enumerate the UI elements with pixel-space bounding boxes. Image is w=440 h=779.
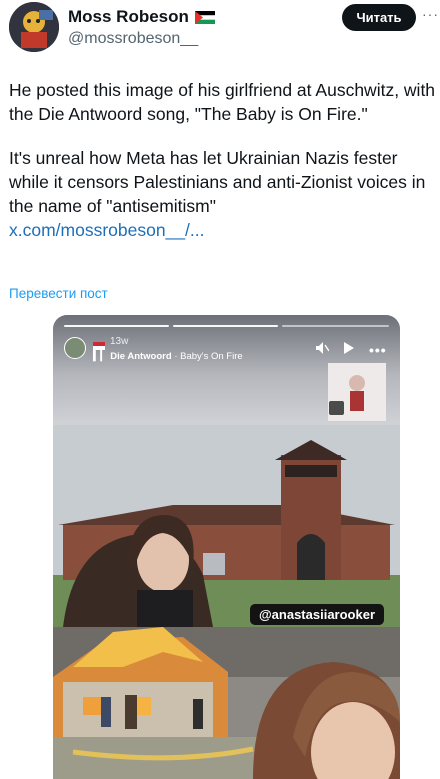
story-progress-segment xyxy=(282,325,389,327)
author-name[interactable]: Moss Robeson xyxy=(68,7,189,27)
flag-icon xyxy=(194,10,215,24)
story-time: 13w xyxy=(110,336,129,347)
story-header: 13w ▍▎ Die Antwoord · Baby's On Fire ••• xyxy=(53,315,400,425)
story-song: ▍▎ Die Antwoord · Baby's On Fire xyxy=(93,351,243,362)
post-header: Moss Robeson @mossrobeson__ Читать ··· xyxy=(0,0,440,60)
post-paragraph-2: It's unreal how Meta has let Ukrainian N… xyxy=(9,148,426,216)
author-handle[interactable]: @mossrobeson__ xyxy=(68,30,198,48)
translate-post-link[interactable]: Перевести пост xyxy=(9,286,108,301)
more-dots-icon[interactable]: ••• xyxy=(369,342,387,358)
post-media-image[interactable]: 13w ▍▎ Die Antwoord · Baby's On Fire ••• xyxy=(53,315,400,779)
post-paragraph-1: He posted this image of his girlfriend a… xyxy=(9,80,436,124)
story-handle-tag: @anastasiiarooker xyxy=(250,604,385,625)
more-icon[interactable]: ··· xyxy=(422,6,439,22)
play-icon[interactable] xyxy=(343,341,355,358)
story-progress-segment xyxy=(64,325,169,327)
post-body: He posted this image of his girlfriend a… xyxy=(9,78,437,242)
mute-icon[interactable] xyxy=(315,341,330,358)
story-avatar xyxy=(64,337,86,359)
follow-button[interactable]: Читать xyxy=(342,4,416,31)
story-song-title: · Baby's On Fire xyxy=(174,351,243,362)
author-avatar[interactable] xyxy=(9,2,59,52)
story-progress-segment xyxy=(173,325,278,327)
story-controls: ••• xyxy=(315,341,387,358)
flag-icon xyxy=(93,337,105,350)
music-bars-icon: ▍▎ xyxy=(93,351,108,362)
disaster-girl-photo xyxy=(53,627,400,779)
story-artist: Die Antwoord xyxy=(110,351,172,362)
auschwitz-photo xyxy=(53,425,400,627)
post-link[interactable]: x.com/mossrobeson__/... xyxy=(9,218,437,242)
pause-icon[interactable] xyxy=(329,401,344,415)
